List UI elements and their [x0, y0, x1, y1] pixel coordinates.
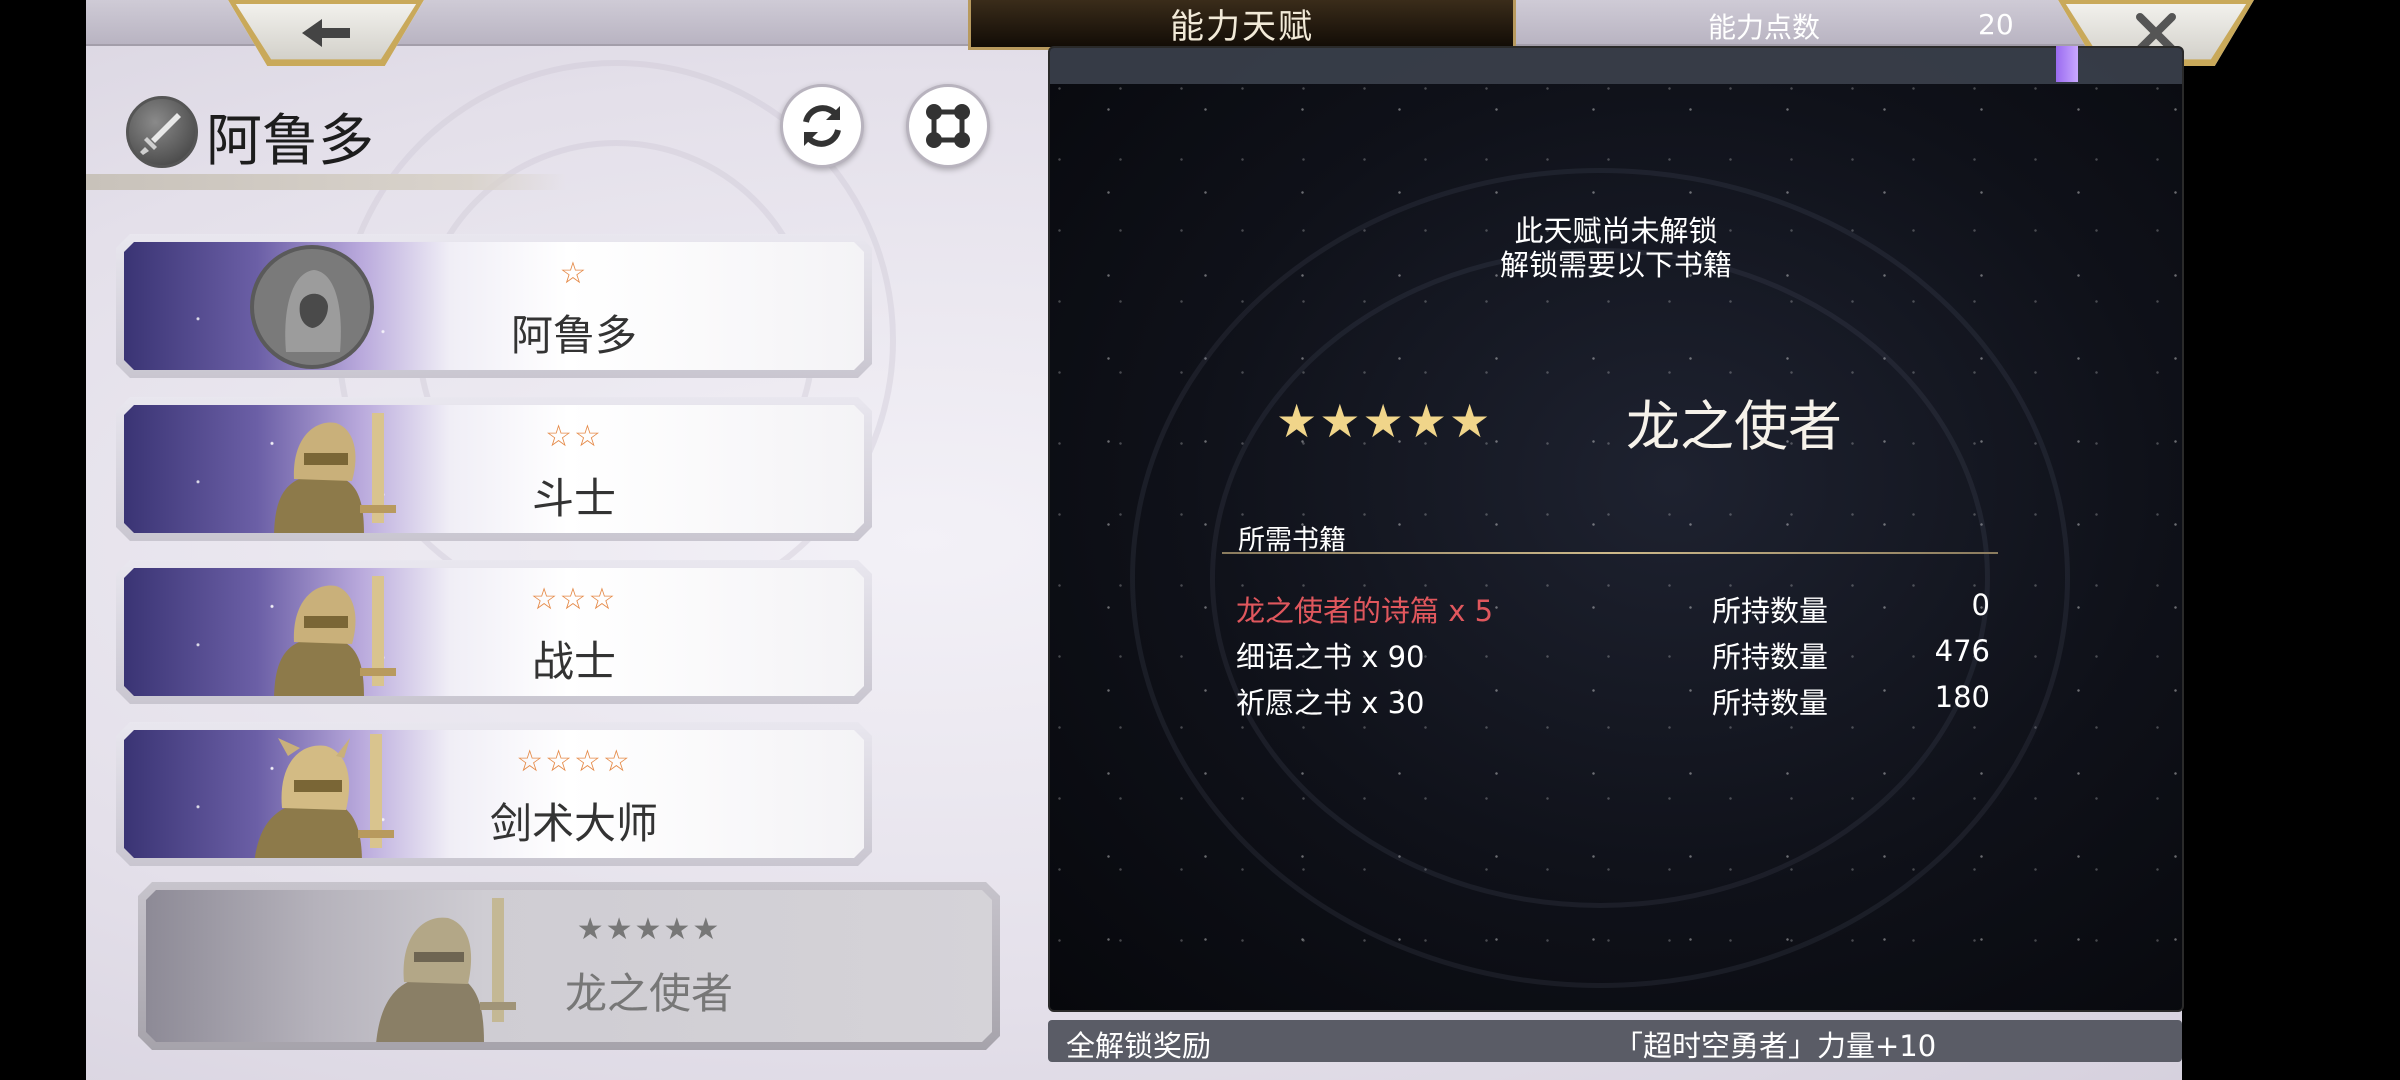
class-card-1[interactable]: ☆ 阿鲁多 [116, 234, 872, 378]
book-name: 祈愿之书 x 30 [1236, 686, 1425, 720]
node-map-button[interactable] [906, 84, 990, 168]
reward-value: 「超时空勇者」力量+10 [1614, 1029, 1937, 1063]
held-label: 所持数量 [1712, 640, 1829, 674]
sword-icon [140, 113, 181, 155]
books-divider [1222, 552, 1998, 554]
book-row: 龙之使者的诗篇 x 5 所持数量 0 [1236, 588, 2000, 628]
refresh-button[interactable] [780, 84, 864, 168]
unlock-message: 此天赋尚未解锁 解锁需要以下书籍 [1376, 214, 1856, 282]
held-label: 所持数量 [1712, 686, 1829, 720]
class-stars: ☆ [559, 256, 589, 291]
class-stars: ☆☆☆☆ [516, 744, 632, 779]
class-stars: ★★★★★ [576, 912, 722, 947]
character-class-icon [126, 96, 198, 168]
detail-stars: ★★★★★ [1276, 394, 1493, 448]
class-card-2[interactable]: ☆☆ 斗士 [116, 397, 872, 541]
class-card-3[interactable]: ☆☆☆ 战士 [116, 560, 872, 704]
book-row: 祈愿之书 x 30 所持数量 180 [1236, 680, 2000, 720]
page-title: 能力天赋 [968, 0, 1516, 50]
held-count: 0 [1971, 588, 1990, 622]
points-value: 20 [1978, 8, 2014, 41]
refresh-icon [803, 105, 841, 147]
held-count: 180 [1934, 680, 1990, 714]
detail-class-name: 龙之使者 [1626, 395, 1842, 458]
held-count: 476 [1934, 634, 1990, 668]
class-name: 剑术大师 [489, 799, 658, 848]
game-screen: 能力天赋 能力点数 20 阿鲁多 ☆ 阿鲁多 ☆☆ 斗士 ☆☆☆ 战士 ☆☆☆☆… [0, 0, 2400, 1080]
class-card-4[interactable]: ☆☆☆☆ 剑术大师 [116, 722, 872, 866]
unlock-line-2: 解锁需要以下书籍 [1499, 248, 1732, 282]
class-card-5-selected[interactable]: ★★★★★ 龙之使者 [138, 882, 1000, 1050]
points-label: 能力点数 [1708, 11, 1821, 44]
class-name: 阿鲁多 [510, 311, 637, 360]
book-name: 细语之书 x 90 [1236, 640, 1425, 674]
back-arrow-icon [302, 19, 350, 47]
class-stars: ☆☆☆ [530, 582, 618, 617]
name-underline [86, 174, 566, 190]
reward-label: 全解锁奖励 [1066, 1029, 1212, 1063]
unlock-line-1: 此天赋尚未解锁 [1514, 214, 1718, 248]
book-row: 细语之书 x 90 所持数量 476 [1236, 634, 2000, 674]
scroll-indicator [2056, 46, 2078, 82]
class-name: 斗士 [531, 474, 616, 523]
talent-detail-panel [1048, 46, 2184, 1012]
book-name: 龙之使者的诗篇 x 5 [1236, 594, 1494, 628]
full-unlock-reward-bar: 全解锁奖励 「超时空勇者」力量+10 [1048, 1020, 2182, 1063]
class-name: 战士 [531, 637, 616, 686]
held-label: 所持数量 [1712, 594, 1829, 628]
node-network-icon [926, 104, 970, 148]
character-name: 阿鲁多 [206, 109, 374, 174]
class-stars: ☆☆ [545, 419, 603, 454]
class-name: 龙之使者 [564, 969, 733, 1018]
